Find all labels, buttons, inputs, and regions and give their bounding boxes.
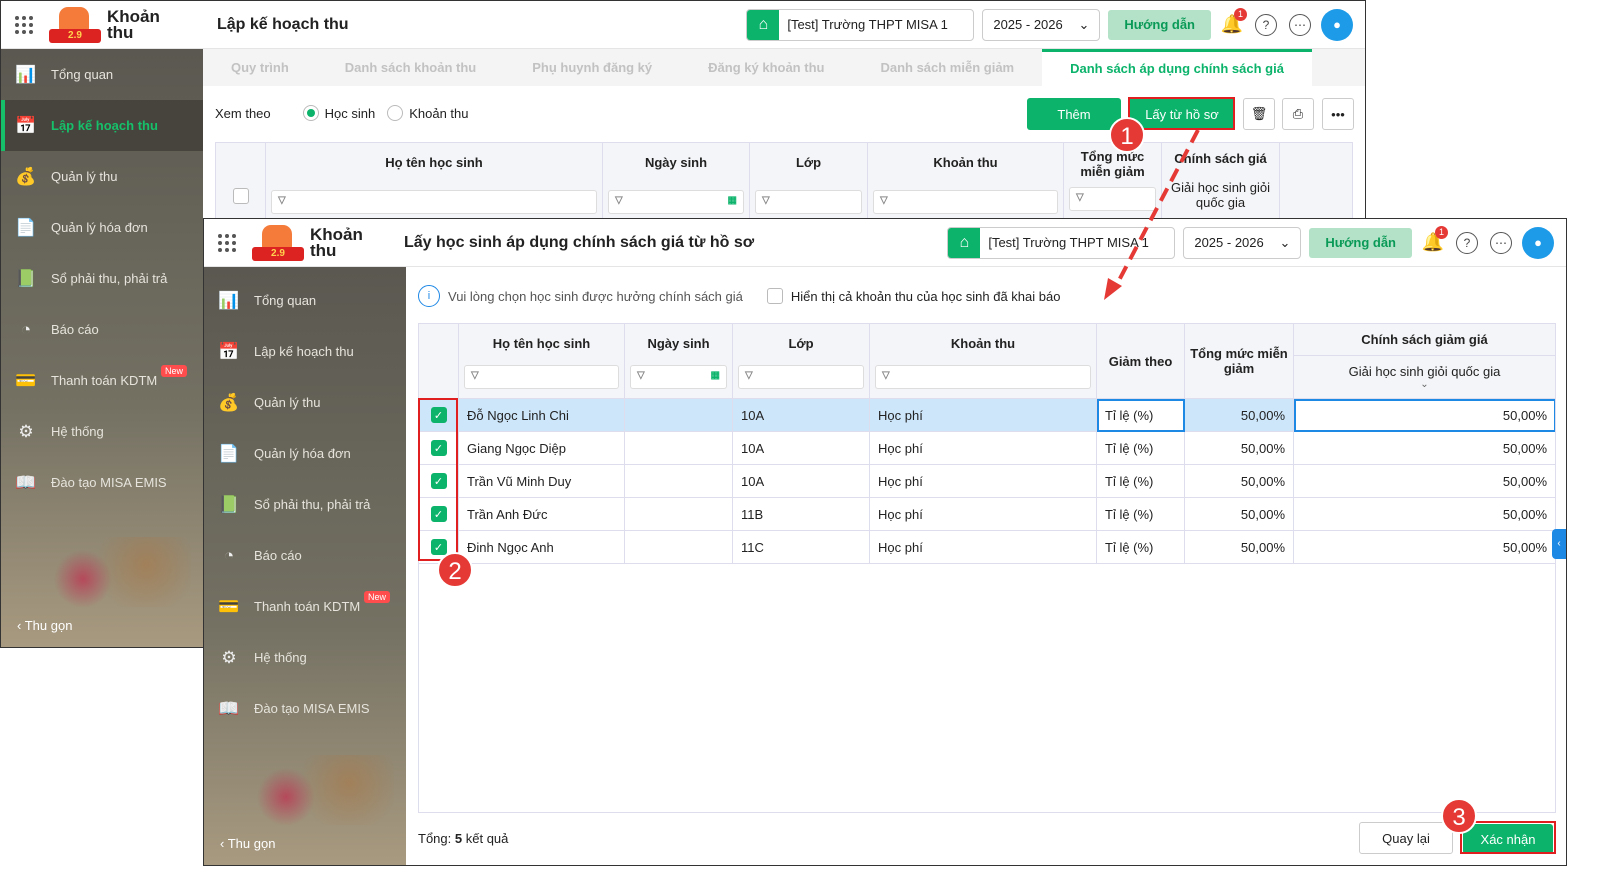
step-marker-3: 3 xyxy=(1441,798,1477,834)
step-marker-1: 1 xyxy=(1109,117,1145,153)
highlight-box xyxy=(418,398,458,561)
highlight-box xyxy=(1128,97,1235,130)
step-marker-2: 2 xyxy=(437,552,473,588)
highlight-box xyxy=(1460,821,1556,854)
annotation-arrow xyxy=(1104,129,1200,300)
